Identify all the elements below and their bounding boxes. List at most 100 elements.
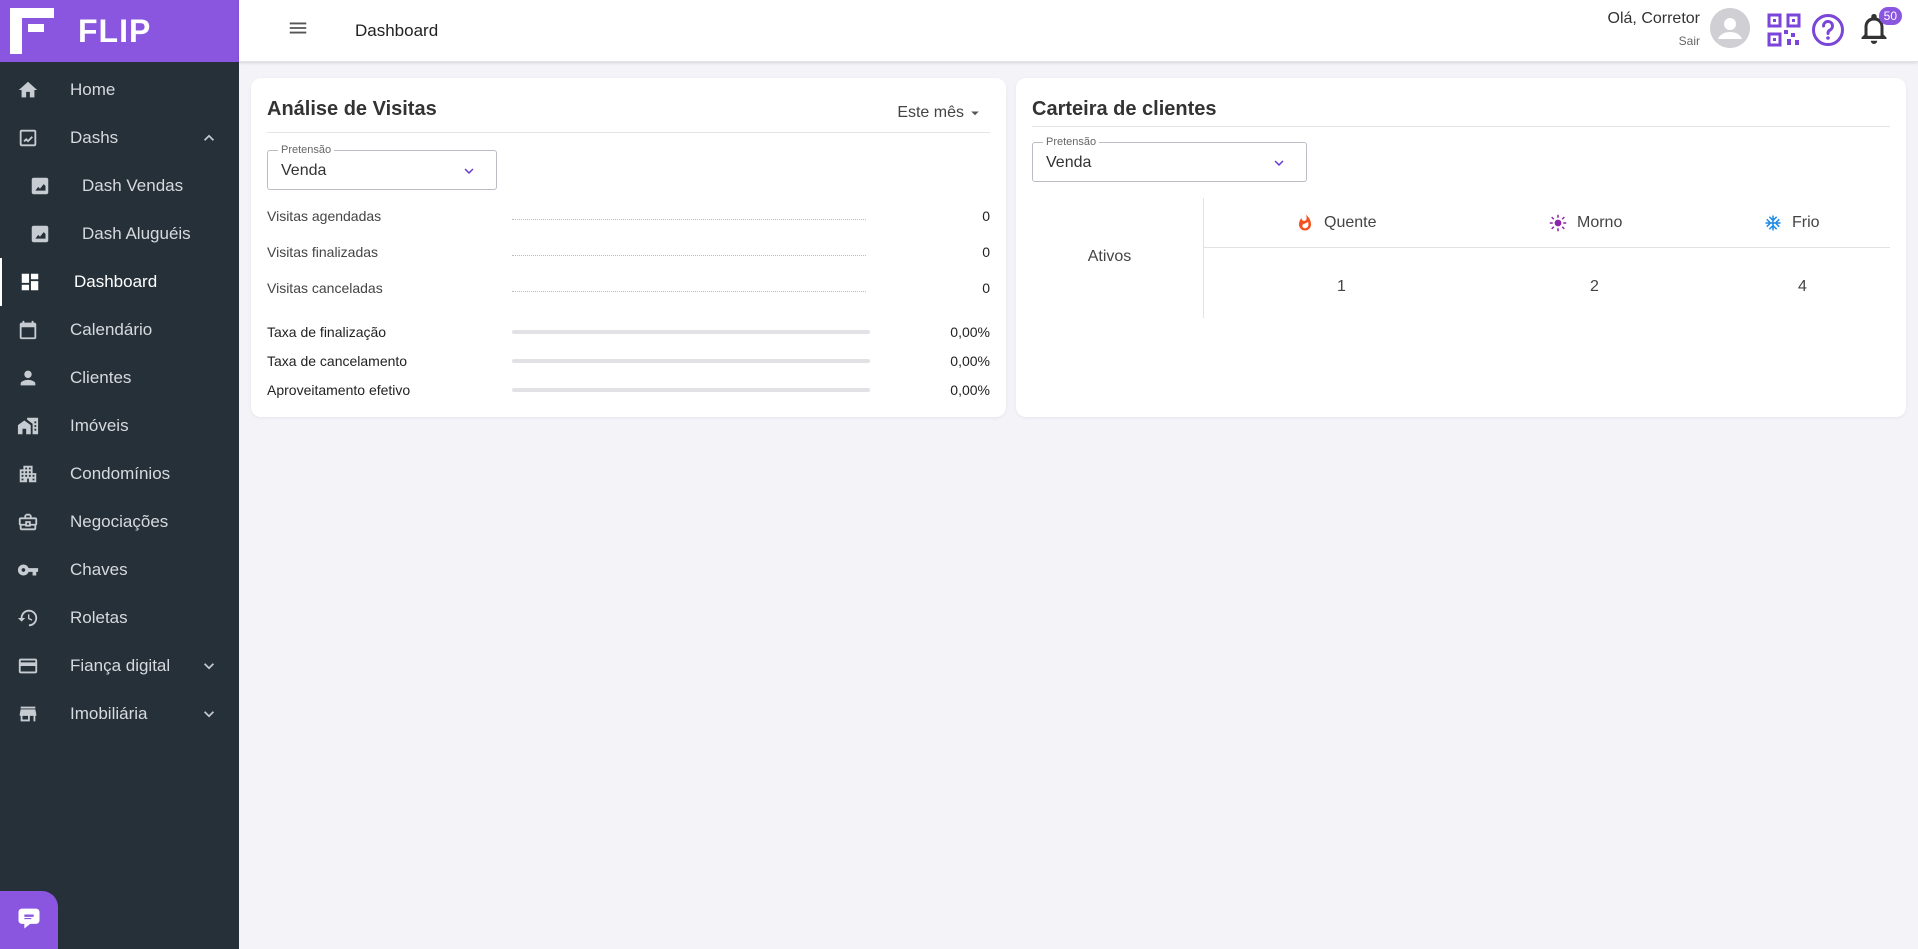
buildings-icon xyxy=(16,414,40,438)
stat-label: Visitas canceladas xyxy=(267,280,383,296)
rate-value: 0,00% xyxy=(950,382,990,398)
fire-icon xyxy=(1299,214,1311,231)
field-value: Venda xyxy=(1046,154,1092,171)
rate-value: 0,00% xyxy=(950,324,990,340)
rate-progress-bar xyxy=(512,330,870,334)
sidebar-item-fianca-digital[interactable]: Fiança digital xyxy=(0,642,239,690)
portfolio-pretension-select[interactable]: Pretensão Venda xyxy=(1032,136,1307,182)
calendar-icon xyxy=(16,318,40,342)
sidebar-item-label: Dashboard xyxy=(74,272,158,291)
home-icon xyxy=(16,78,40,102)
brand[interactable]: FLIP xyxy=(0,0,239,62)
sidebar-item-dashboard[interactable]: Dashboard xyxy=(0,258,239,306)
portfolio-row-header: Ativos xyxy=(1016,198,1204,318)
sidebar-item-label: Dash Vendas xyxy=(82,176,184,195)
dotted-leader xyxy=(512,284,866,292)
sidebar-item-label: Negociações xyxy=(70,512,169,531)
rate-label: Taxa de cancelamento xyxy=(267,353,408,369)
visits-pretension-select[interactable]: Pretensão Venda xyxy=(267,144,497,190)
portfolio-title-divider xyxy=(1032,126,1890,127)
apartment-icon xyxy=(16,462,40,486)
user-avatar-icon xyxy=(1710,8,1750,48)
rate-label: Taxa de finalização xyxy=(267,324,387,340)
sidebar-item-clientes[interactable]: Clientes xyxy=(0,354,239,402)
sidebar-item-imobiliaria[interactable]: Imobiliária xyxy=(0,690,239,738)
stat-value: 0 xyxy=(982,280,990,296)
topbar: Dashboard Olá, Corretor Sair 50 xyxy=(239,0,1918,62)
qr-code-icon xyxy=(1767,13,1801,47)
stat-label: Visitas finalizadas xyxy=(267,244,379,260)
chevron-down-icon xyxy=(1270,154,1288,172)
sidebar-item-label: Calendário xyxy=(70,320,153,339)
chevron-down-icon xyxy=(199,656,219,676)
dashboard-icon xyxy=(18,270,42,294)
field-value: Venda xyxy=(281,162,327,179)
sidebar-item-label: Condomínios xyxy=(70,464,171,483)
column-label: Frio xyxy=(1792,214,1820,231)
dotted-leader xyxy=(512,212,866,220)
snowflake-icon xyxy=(1765,215,1781,231)
sun-icon xyxy=(1549,214,1567,232)
rate-label: Aproveitamento efetivo xyxy=(267,382,411,398)
sidebar-item-calendario[interactable]: Calendário xyxy=(0,306,239,354)
help-button[interactable] xyxy=(1810,12,1846,48)
menu-toggle-button[interactable] xyxy=(283,16,313,46)
caret-down-icon xyxy=(971,111,979,116)
logout-link[interactable]: Sair xyxy=(1608,34,1700,48)
qr-code-button[interactable] xyxy=(1766,12,1802,48)
sidebar-item-condominios[interactable]: Condomínios xyxy=(0,450,239,498)
stat-row-scheduled: Visitas agendadas 0 xyxy=(267,204,990,228)
user-greeting: Olá, Corretor Sair xyxy=(1608,10,1700,48)
sidebar-nav: Home Dashs Dash Vendas Dash Aluguéis Das… xyxy=(0,66,239,738)
chat-icon xyxy=(15,904,43,937)
rate-row-completion: Taxa de finalização 0,00% xyxy=(267,320,990,344)
sidebar-item-negociacoes[interactable]: Negociações xyxy=(0,498,239,546)
key-icon xyxy=(16,558,40,582)
sidebar-item-chaves[interactable]: Chaves xyxy=(0,546,239,594)
chart-box-icon xyxy=(28,222,52,246)
visits-analysis-card: Análise de Visitas Este mês Pretensão Ve… xyxy=(251,78,1006,417)
sidebar-item-dashs[interactable]: Dashs xyxy=(0,114,239,162)
visits-card-title: Análise de Visitas xyxy=(267,98,437,120)
sidebar: FLIP Home Dashs Dash Vendas Dash Aluguéi… xyxy=(0,0,239,949)
sidebar-item-label: Clientes xyxy=(70,368,132,387)
greeting-text: Olá, Corretor xyxy=(1607,10,1700,27)
visits-title-divider xyxy=(267,132,990,133)
column-label: Morno xyxy=(1577,214,1623,231)
cell-morno-value: 2 xyxy=(1590,278,1599,295)
period-selector[interactable]: Este mês xyxy=(897,104,984,122)
person-icon xyxy=(16,366,40,390)
rate-progress-bar xyxy=(512,359,870,363)
period-label: Este mês xyxy=(897,104,964,121)
column-morno: Morno xyxy=(1549,214,1622,232)
help-icon xyxy=(1812,14,1844,46)
sidebar-item-dash-vendas[interactable]: Dash Vendas xyxy=(0,162,239,210)
chat-button[interactable] xyxy=(0,891,58,949)
sidebar-item-label: Dashs xyxy=(70,128,119,147)
portfolio-card-title: Carteira de clientes xyxy=(1032,98,1217,120)
menu-icon xyxy=(287,17,309,44)
sidebar-item-roletas[interactable]: Roletas xyxy=(0,594,239,642)
field-legend: Pretensão xyxy=(278,144,335,156)
sidebar-item-label: Home xyxy=(70,80,116,99)
client-portfolio-card: Carteira de clientes Pretensão Venda Ati… xyxy=(1016,78,1906,417)
sidebar-item-dash-alugueis[interactable]: Dash Aluguéis xyxy=(0,210,239,258)
cell-frio-value: 4 xyxy=(1798,278,1807,295)
sidebar-item-label: Fiança digital xyxy=(70,656,171,675)
avatar[interactable] xyxy=(1710,8,1750,48)
sidebar-item-home[interactable]: Home xyxy=(0,66,239,114)
notification-count-badge: 50 xyxy=(1878,7,1902,25)
chart-icon xyxy=(16,126,40,150)
dotted-leader xyxy=(512,248,866,256)
sidebar-item-label: Imóveis xyxy=(70,416,129,435)
page-title: Dashboard xyxy=(355,20,439,40)
sidebar-item-imoveis[interactable]: Imóveis xyxy=(0,402,239,450)
stat-row-finished: Visitas finalizadas 0 xyxy=(267,240,990,264)
rate-progress-bar xyxy=(512,388,870,392)
stat-row-cancelled: Visitas canceladas 0 xyxy=(267,276,990,300)
stat-value: 0 xyxy=(982,244,990,260)
column-quente: Quente xyxy=(1296,214,1376,232)
portfolio-table-header: Quente Morno Frio xyxy=(1204,198,1890,248)
sidebar-item-label: Chaves xyxy=(70,560,128,579)
cell-quente-value: 1 xyxy=(1337,278,1346,295)
